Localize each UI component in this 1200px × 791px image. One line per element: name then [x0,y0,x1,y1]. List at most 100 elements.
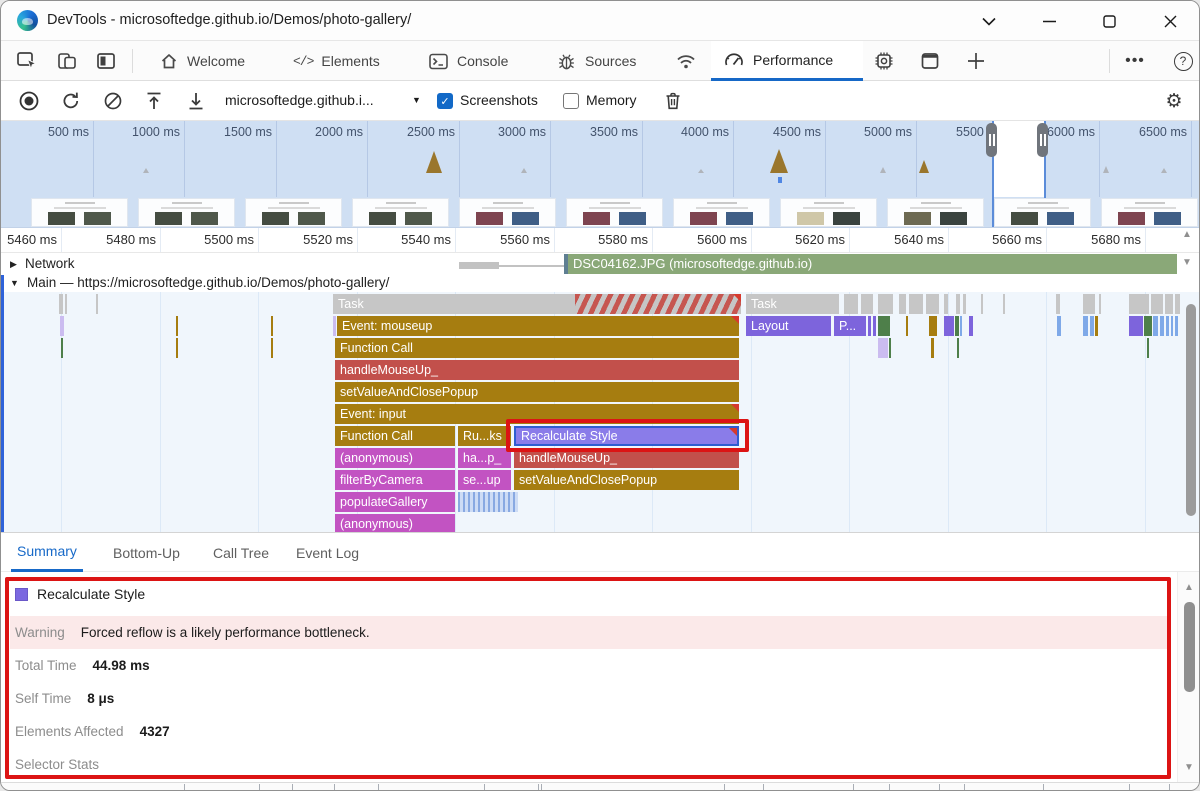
screenshot-thumbnail[interactable] [780,198,877,227]
layout-panel-button[interactable] [918,50,942,72]
help-button[interactable]: ? [1171,50,1195,72]
flame-bar-fragment[interactable] [878,294,893,314]
save-profile-button[interactable] [185,90,207,112]
flame-bar-fragment[interactable] [176,316,178,336]
screenshot-thumbnail[interactable] [138,198,235,227]
flame-bar[interactable]: setValueAndClosePopup [514,470,739,490]
add-panel-button[interactable] [964,50,988,72]
summary-scrollbar-thumb[interactable] [1184,602,1195,692]
flame-bar-fragment[interactable] [1090,316,1094,336]
flame-bar-fragment[interactable] [963,294,966,314]
flame-bar[interactable]: Layout [746,316,831,336]
flame-scrollbar-thumb[interactable] [1186,304,1196,516]
summary-scroll-down-arrow[interactable]: ▼ [1184,762,1194,773]
timeline-overview[interactable]: 500 ms1000 ms1500 ms2000 ms2500 ms3000 m… [1,121,1200,197]
screenshot-thumbnail[interactable] [31,198,128,227]
flame-bar-fragment[interactable] [889,338,891,358]
flame-bar-fragment[interactable] [944,294,948,314]
main-collapse-arrow[interactable]: ▼ [10,278,19,288]
network-conditions-button[interactable] [674,50,698,72]
screenshot-thumbnail[interactable] [459,198,556,227]
screenshot-thumbnail[interactable] [887,198,984,227]
profile-select-caret[interactable]: ▼ [412,95,421,105]
tab-welcome[interactable]: Welcome [147,41,257,81]
screenshot-thumbnail[interactable] [245,198,342,227]
tab-performance[interactable]: Performance [711,41,863,81]
flame-bar[interactable]: Event: mouseup [337,316,739,336]
more-options-button[interactable]: ••• [1123,50,1147,72]
memory-checkbox[interactable] [563,93,579,109]
flame-bar-fragment[interactable] [955,316,959,336]
screenshot-thumbnail[interactable] [673,198,770,227]
flame-bar[interactable]: Function Call [335,426,455,446]
flame-bar-fragment[interactable] [1153,316,1158,336]
flame-bar[interactable]: handleMouseUp_ [514,448,739,468]
flame-bar-fragment[interactable] [1175,294,1180,314]
tab-call-tree[interactable]: Call Tree [207,533,275,572]
flame-bar-fragment[interactable] [1095,316,1098,336]
memory-inspector-button[interactable] [872,50,896,72]
screenshots-checkbox[interactable]: ✓ [437,93,453,109]
flame-bar-fragment[interactable] [59,294,63,314]
flame-bar-fragment[interactable] [899,294,906,314]
flame-bar-fragment[interactable] [61,338,63,358]
capture-settings-button[interactable]: ⚙ [1163,90,1185,112]
flame-bar-fragment[interactable] [981,294,983,314]
dock-side-button[interactable] [94,50,118,72]
flame-bar-fragment[interactable] [1083,316,1088,336]
screenshot-thumbnail[interactable] [352,198,449,227]
flame-bar[interactable]: (anonymous) [335,514,455,532]
summary-scrollbar[interactable]: ▲ ▼ [1177,572,1200,782]
inspect-element-button[interactable] [15,50,39,72]
screenshot-thumbnail[interactable] [994,198,1091,227]
main-thread-track-header[interactable]: ▼ Main — https://microsoftedge.github.io… [1,275,1200,292]
profile-select[interactable]: microsoftedge.github.i... [225,92,374,108]
tab-elements[interactable]: </> Elements [281,41,392,81]
flame-bar-fragment[interactable] [956,294,960,314]
window-menu-chevron[interactable] [978,11,1000,31]
flame-bar-fragment[interactable] [96,294,98,314]
maximize-button[interactable] [1098,11,1120,31]
record-and-reload-button[interactable] [60,90,82,112]
flame-bar[interactable]: Function Call [335,338,739,358]
screenshot-thumbnail[interactable] [566,198,663,227]
flame-bar-fragment[interactable] [271,338,273,358]
flame-bar-fragment[interactable] [458,492,518,512]
flame-bar[interactable]: Task [746,294,839,314]
flame-bar-fragment[interactable] [1175,316,1178,336]
flame-bar-fragment[interactable] [1151,294,1163,314]
flame-bar-fragment[interactable] [1166,316,1169,336]
flame-bar[interactable]: Recalculate Style [514,426,739,446]
flame-bar-fragment[interactable] [1083,294,1095,314]
flame-bar-fragment[interactable] [909,294,923,314]
flame-bar[interactable]: Ru...ks [458,426,511,446]
flame-bar[interactable]: ha...p_ [458,448,511,468]
flame-bar-fragment[interactable] [65,294,67,314]
flame-bar-fragment[interactable] [906,316,908,336]
flame-bar[interactable]: P... [834,316,866,336]
flame-bar[interactable]: filterByCamera [335,470,455,490]
flame-chart[interactable]: TaskTaskEvent: mouseupLayoutP...Function… [1,292,1200,532]
flame-bar-fragment[interactable] [944,316,954,336]
tab-console[interactable]: Console [416,41,520,81]
flame-bar-fragment[interactable] [60,316,64,336]
flame-bar-fragment[interactable] [176,338,178,358]
selection-left-handle[interactable] [986,123,997,157]
flame-bar-fragment[interactable] [878,316,890,336]
flame-bar-fragment[interactable] [1147,338,1149,358]
minimize-button[interactable] [1038,11,1060,31]
tab-sources[interactable]: Sources [544,41,648,81]
flame-bar-fragment[interactable] [861,294,873,314]
flame-bar-fragment[interactable] [960,316,962,336]
summary-scroll-up-arrow[interactable]: ▲ [1184,582,1194,593]
flame-bar-fragment[interactable] [1003,294,1005,314]
garbage-collect-button[interactable] [662,90,684,112]
selection-right-handle[interactable] [1037,123,1048,157]
flame-bar-fragment[interactable] [1056,294,1060,314]
flame-bar-fragment[interactable] [1144,316,1152,336]
flame-bar-fragment[interactable] [271,316,273,336]
record-button[interactable] [18,90,40,112]
flame-bar-fragment[interactable] [957,338,959,358]
flame-bar-fragment[interactable] [1165,294,1173,314]
scroll-down-arrow[interactable]: ▼ [1182,257,1192,268]
